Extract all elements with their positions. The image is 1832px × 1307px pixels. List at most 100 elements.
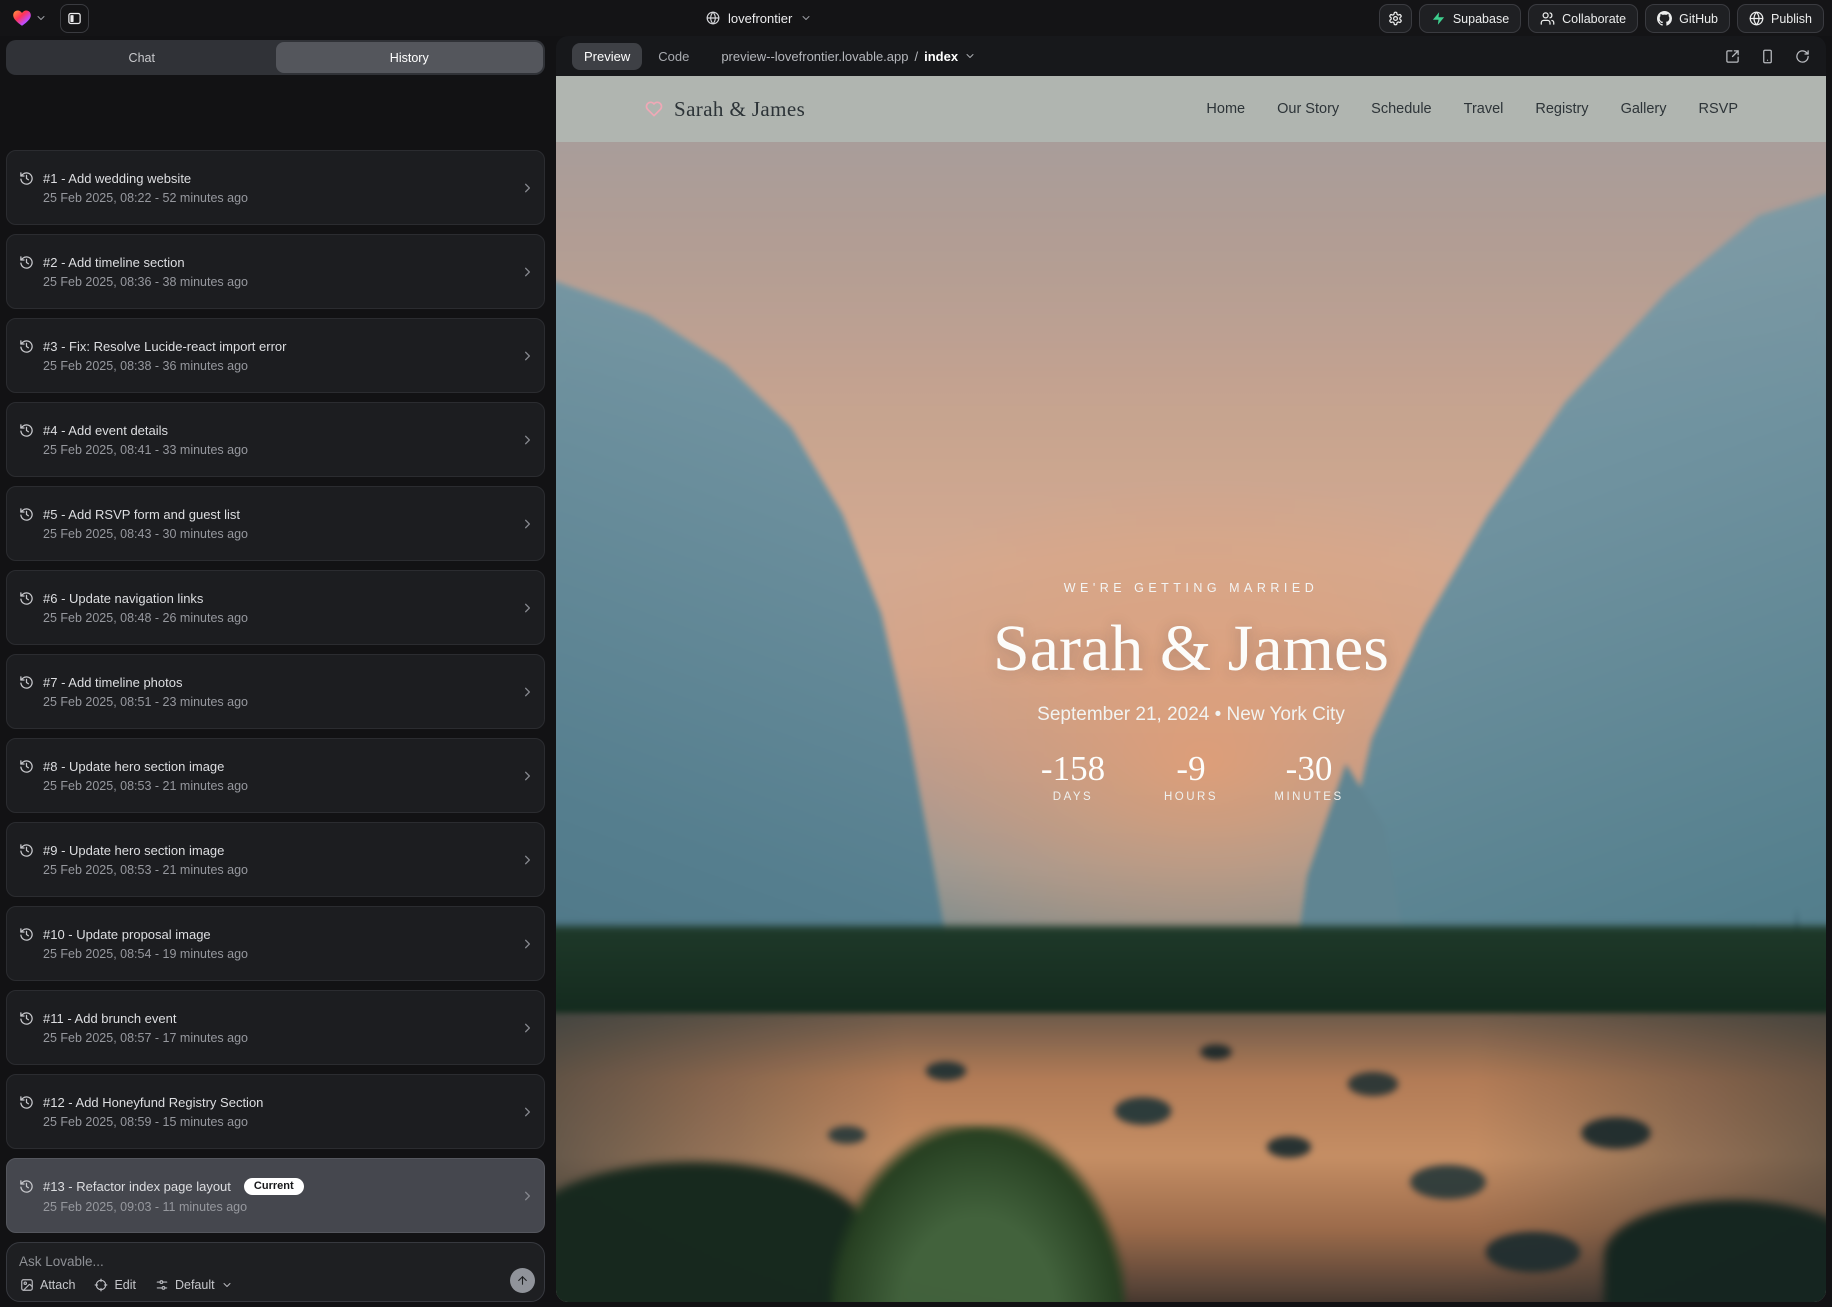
- nav-link-gallery[interactable]: Gallery: [1621, 101, 1667, 117]
- history-item-title: #12 - Add Honeyfund Registry Section: [43, 1095, 263, 1110]
- history-item[interactable]: #1 - Add wedding website 25 Feb 2025, 08…: [6, 150, 545, 225]
- history-item-timestamp: 25 Feb 2025, 08:36 - 38 minutes ago: [43, 275, 514, 289]
- preview-toolbar: Preview Code preview--lovefrontier.lovab…: [556, 36, 1826, 76]
- history-item[interactable]: #13 - Refactor index page layout Current…: [6, 1158, 545, 1233]
- history-item[interactable]: #11 - Add brunch event 25 Feb 2025, 08:5…: [6, 990, 545, 1065]
- history-item-title: #4 - Add event details: [43, 423, 168, 438]
- chevron-right-icon: [520, 936, 535, 951]
- countdown-label: HOURS: [1156, 791, 1226, 803]
- image-icon: [20, 1278, 34, 1292]
- chevron-right-icon: [520, 768, 535, 783]
- history-item[interactable]: #10 - Update proposal image 25 Feb 2025,…: [6, 906, 545, 981]
- nav-link-schedule[interactable]: Schedule: [1371, 101, 1431, 117]
- sidebar-toggle-button[interactable]: [60, 4, 89, 33]
- history-item-timestamp: 25 Feb 2025, 08:41 - 33 minutes ago: [43, 443, 514, 457]
- site-nav: Home Our Story Schedule Travel Registry Galle…: [1206, 101, 1738, 117]
- nav-link-rsvp[interactable]: RSVP: [1699, 101, 1739, 117]
- supabase-button[interactable]: Supabase: [1419, 4, 1521, 33]
- github-icon: [1657, 11, 1672, 26]
- site-logo[interactable]: Sarah & James: [644, 97, 805, 122]
- preview-url-separator: /: [914, 49, 918, 64]
- countdown-days: -158 DAYS: [1038, 750, 1108, 803]
- publish-button-label: Publish: [1771, 12, 1812, 26]
- edit-button-label: Edit: [114, 1278, 136, 1292]
- external-link-icon[interactable]: [1725, 49, 1740, 64]
- history-item-timestamp: 25 Feb 2025, 08:53 - 21 minutes ago: [43, 779, 514, 793]
- history-icon: [19, 675, 34, 690]
- history-item-title: #7 - Add timeline photos: [43, 675, 182, 690]
- preview-url[interactable]: preview--lovefrontier.lovable.app / inde…: [721, 49, 976, 64]
- history-item-title: #11 - Add brunch event: [43, 1011, 176, 1026]
- tab-code[interactable]: Code: [646, 43, 701, 70]
- history-icon: [19, 927, 34, 942]
- nav-link-travel[interactable]: Travel: [1464, 101, 1504, 117]
- history-item[interactable]: #3 - Fix: Resolve Lucide-react import er…: [6, 318, 545, 393]
- mode-button[interactable]: Default: [155, 1278, 233, 1292]
- topbar-actions: Supabase Collaborate GitHub Publish: [1379, 4, 1824, 33]
- history-item-title: #1 - Add wedding website: [43, 171, 191, 186]
- countdown: -158 DAYS-9 HOURS-30 MINUTES: [556, 750, 1826, 803]
- chevron-down-icon: [964, 50, 976, 62]
- history-item-timestamp: 25 Feb 2025, 08:38 - 36 minutes ago: [43, 359, 514, 373]
- tab-chat[interactable]: Chat: [8, 42, 276, 73]
- preview-panel: Preview Code preview--lovefrontier.lovab…: [556, 36, 1826, 1302]
- history-item[interactable]: #6 - Update navigation links 25 Feb 2025…: [6, 570, 545, 645]
- history-item-title: #6 - Update navigation links: [43, 591, 203, 606]
- history-item[interactable]: #4 - Add event details 25 Feb 2025, 08:4…: [6, 402, 545, 477]
- globe-icon: [1749, 11, 1764, 26]
- chevron-right-icon: [520, 1020, 535, 1035]
- history-item[interactable]: #8 - Update hero section image 25 Feb 20…: [6, 738, 545, 813]
- chevron-down-icon: [221, 1279, 233, 1291]
- nav-link-our-story[interactable]: Our Story: [1277, 101, 1339, 117]
- history-item[interactable]: #2 - Add timeline section 25 Feb 2025, 0…: [6, 234, 545, 309]
- refresh-icon[interactable]: [1795, 49, 1810, 64]
- github-button[interactable]: GitHub: [1645, 4, 1730, 33]
- collaborate-button[interactable]: Collaborate: [1528, 4, 1638, 33]
- history-icon: [19, 759, 34, 774]
- settings-button[interactable]: [1379, 4, 1412, 33]
- attach-button-label: Attach: [40, 1278, 75, 1292]
- composer[interactable]: Ask Lovable... Attach Edit Default: [6, 1242, 545, 1302]
- countdown-hours: -9 HOURS: [1156, 750, 1226, 803]
- chevron-down-icon: [800, 12, 812, 24]
- publish-button[interactable]: Publish: [1737, 4, 1824, 33]
- chevron-right-icon: [520, 1188, 535, 1203]
- composer-placeholder[interactable]: Ask Lovable...: [19, 1254, 532, 1269]
- history-item[interactable]: #5 - Add RSVP form and guest list 25 Feb…: [6, 486, 545, 561]
- send-button[interactable]: [510, 1268, 535, 1293]
- tab-history[interactable]: History: [276, 42, 544, 73]
- supabase-button-label: Supabase: [1453, 12, 1509, 26]
- collaborate-button-label: Collaborate: [1562, 12, 1626, 26]
- history-item-title: #9 - Update hero section image: [43, 843, 224, 858]
- history-icon: [19, 507, 34, 522]
- chevron-right-icon: [520, 1104, 535, 1119]
- history-item-timestamp: 25 Feb 2025, 08:22 - 52 minutes ago: [43, 191, 514, 205]
- history-icon: [19, 171, 34, 186]
- history-item[interactable]: #9 - Update hero section image 25 Feb 20…: [6, 822, 545, 897]
- chevron-right-icon: [520, 432, 535, 447]
- lovable-logo-menu[interactable]: [12, 8, 47, 28]
- preview-url-path: index: [924, 49, 958, 64]
- attach-button[interactable]: Attach: [20, 1278, 75, 1292]
- tab-preview[interactable]: Preview: [572, 43, 642, 70]
- nav-link-home[interactable]: Home: [1206, 101, 1245, 117]
- panel-left-icon: [67, 11, 82, 26]
- project-switcher[interactable]: lovefrontier: [706, 0, 812, 36]
- smartphone-icon[interactable]: [1760, 49, 1775, 64]
- chevron-right-icon: [520, 852, 535, 867]
- countdown-label: DAYS: [1038, 791, 1108, 803]
- chevron-right-icon: [520, 180, 535, 195]
- history-item-timestamp: 25 Feb 2025, 08:54 - 19 minutes ago: [43, 947, 514, 961]
- countdown-value: -9: [1156, 750, 1226, 789]
- edit-button[interactable]: Edit: [94, 1278, 136, 1292]
- history-item-timestamp: 25 Feb 2025, 08:51 - 23 minutes ago: [43, 695, 514, 709]
- history-item[interactable]: #7 - Add timeline photos 25 Feb 2025, 08…: [6, 654, 545, 729]
- site-logo-text: Sarah & James: [674, 97, 805, 122]
- hero-eyebrow: WE'RE GETTING MARRIED: [556, 581, 1826, 595]
- history-item[interactable]: #12 - Add Honeyfund Registry Section 25 …: [6, 1074, 545, 1149]
- chevron-right-icon: [520, 264, 535, 279]
- current-badge: Current: [244, 1178, 304, 1195]
- nav-link-registry[interactable]: Registry: [1535, 101, 1588, 117]
- app-topbar: lovefrontier Supabase Collaborate GitHub Pu…: [0, 0, 1832, 36]
- history-item-timestamp: 25 Feb 2025, 08:53 - 21 minutes ago: [43, 863, 514, 877]
